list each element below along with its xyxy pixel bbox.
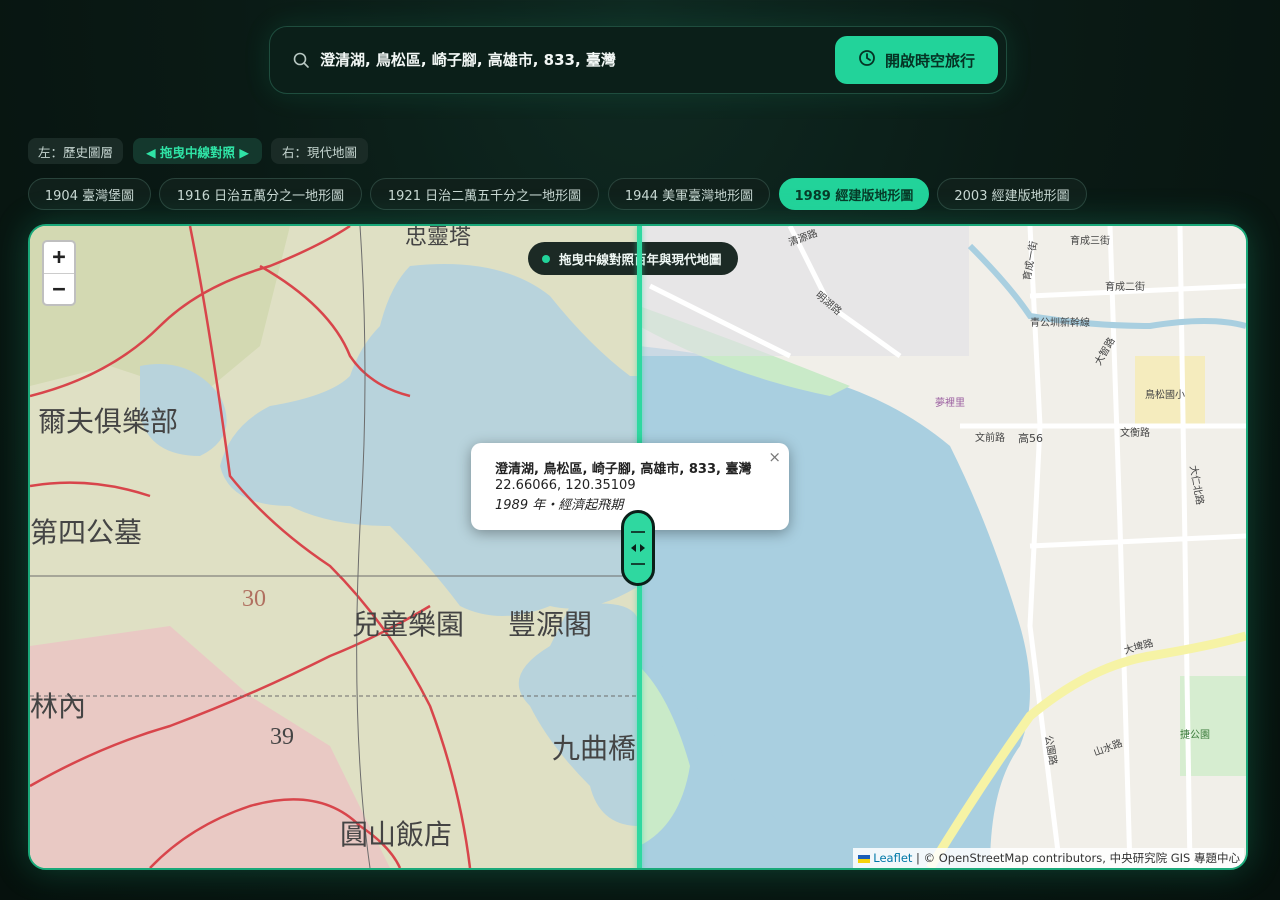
modern-label: 文前路 bbox=[975, 431, 1005, 444]
modern-label: 捷公園 bbox=[1180, 728, 1210, 741]
map-attribution: Leaflet | © OpenStreetMap contributors, … bbox=[853, 848, 1244, 868]
popup-close-button[interactable]: × bbox=[768, 448, 781, 466]
historic-label: 第四公墓 bbox=[30, 517, 142, 549]
search-icon bbox=[292, 51, 312, 71]
time-travel-button[interactable]: 開啟時空旅行 bbox=[835, 36, 998, 84]
divider-drag-handle[interactable] bbox=[621, 510, 655, 586]
zoom-control: + − bbox=[42, 240, 76, 306]
historic-label: 30 bbox=[242, 586, 266, 612]
zoom-out-button[interactable]: − bbox=[44, 273, 74, 305]
zoom-in-button[interactable]: + bbox=[44, 242, 74, 273]
map-compare-view[interactable]: 爾夫俱樂部 第四公墓 兒童樂園 豐源閣 九曲橋 圓山飯店 林內 忠靈塔 30 3… bbox=[28, 224, 1248, 870]
attribution-text: | © OpenStreetMap contributors, 中央研究院 GI… bbox=[912, 851, 1240, 865]
search-input[interactable]: 澄清湖, 鳥松區, 崎子腳, 高雄市, 833, 臺灣 bbox=[320, 49, 616, 70]
layer-tab-2003[interactable]: 2003 經建版地形圖 bbox=[937, 178, 1087, 210]
modern-label: 育成二街 bbox=[1105, 280, 1145, 293]
modern-label: 高56 bbox=[1018, 431, 1043, 445]
hint-left-layer: 左：歷史圖層 bbox=[28, 138, 123, 164]
ukraine-flag-icon bbox=[858, 854, 871, 863]
historic-map-layer: 爾夫俱樂部 第四公墓 兒童樂園 豐源閣 九曲橋 圓山飯店 林內 忠靈塔 30 3… bbox=[30, 226, 639, 868]
modern-map-layer: 青公圳新幹線 鳥松國小 大埤路 文前路 高56 文衡路 大智路 育成三街 育成二… bbox=[639, 226, 1246, 868]
historic-label: 豐源閣 bbox=[508, 609, 592, 641]
popup-coordinates: 22.66066, 120.35109 bbox=[495, 478, 636, 493]
search-bar: 澄清湖, 鳥松區, 崎子腳, 高雄市, 833, 臺灣 開啟時空旅行 bbox=[269, 26, 1007, 94]
historic-label: 爾夫俱樂部 bbox=[38, 406, 178, 438]
modern-label: 夢裡里 bbox=[935, 396, 965, 409]
modern-label: 文衡路 bbox=[1120, 426, 1150, 439]
hint-drag-divider: ◀ 拖曳中線對照 ▶ bbox=[133, 138, 262, 164]
popup-title: 澄清湖, 鳥松區, 崎子腳, 高雄市, 833, 臺灣 bbox=[495, 462, 752, 477]
map-hint-pill: 拖曳中線對照百年與現代地圖 bbox=[528, 242, 738, 275]
clock-icon bbox=[858, 49, 876, 71]
time-travel-label: 開啟時空旅行 bbox=[884, 51, 975, 70]
modern-label: 育成三街 bbox=[1070, 234, 1110, 247]
layer-tab-1916[interactable]: 1916 日治五萬分之一地形圖 bbox=[159, 178, 362, 210]
hint-right-layer: 右：現代地圖 bbox=[271, 138, 368, 164]
status-dot-icon bbox=[542, 254, 550, 263]
modern-label: 青公圳新幹線 bbox=[1030, 316, 1090, 329]
layer-tab-1989[interactable]: 1989 經建版地形圖 bbox=[779, 178, 929, 210]
layer-tab-1944[interactable]: 1944 美軍臺灣地形圖 bbox=[608, 178, 770, 210]
historic-label: 兒童樂園 bbox=[352, 609, 464, 641]
layer-tab-1904[interactable]: 1904 臺灣堡圖 bbox=[28, 178, 151, 210]
layer-tab-1921[interactable]: 1921 日治二萬五千分之一地形圖 bbox=[370, 178, 599, 210]
historic-label: 忠靈塔 bbox=[405, 226, 471, 249]
historic-label: 林內 bbox=[30, 691, 86, 723]
leaflet-link[interactable]: Leaflet bbox=[873, 851, 912, 865]
historic-label: 九曲橋 bbox=[552, 733, 636, 765]
historic-label: 39 bbox=[270, 724, 294, 750]
drag-arrows-icon bbox=[631, 531, 645, 565]
historic-label: 圓山飯店 bbox=[340, 819, 452, 851]
modern-label: 鳥松國小 bbox=[1145, 388, 1185, 401]
